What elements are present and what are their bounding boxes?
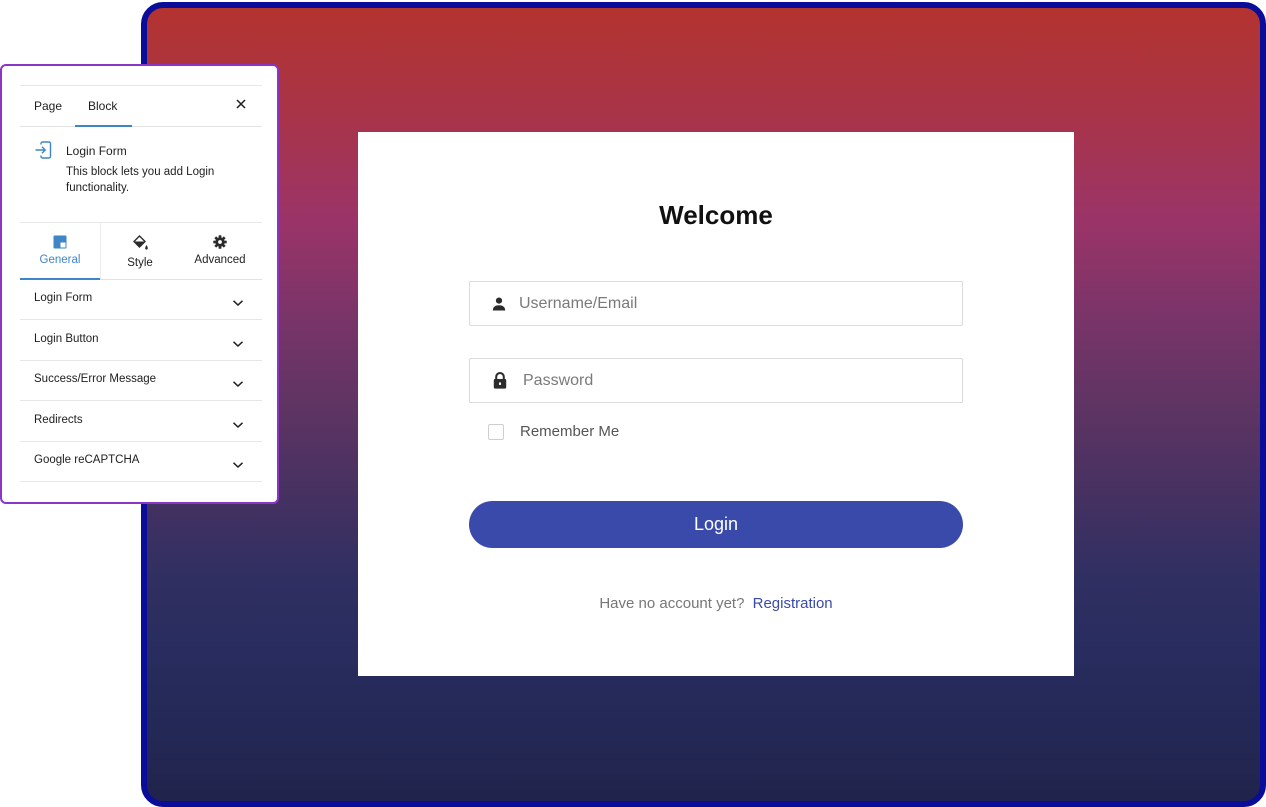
gear-icon: [213, 235, 227, 249]
section-google-recaptcha[interactable]: Google reCAPTCHA: [20, 441, 262, 482]
tab-advanced-label: Advanced: [194, 254, 246, 266]
tab-block[interactable]: Block: [88, 99, 117, 113]
section-label: Success/Error Message: [34, 373, 157, 385]
section-redirects[interactable]: Redirects: [20, 401, 262, 442]
panel-tabs: Page Block: [20, 86, 262, 127]
login-icon: [34, 141, 54, 161]
chevron-down-icon: [232, 416, 244, 429]
register-prompt: Have no account yet?: [599, 595, 745, 612]
active-tab-indicator: [75, 125, 132, 127]
tab-style-label: Style: [127, 257, 153, 269]
chevron-down-icon: [232, 335, 244, 348]
username-field[interactable]: [469, 281, 963, 326]
chevron-down-icon: [232, 375, 244, 388]
section-label: Login Button: [34, 333, 99, 345]
password-input[interactable]: [521, 370, 925, 391]
tab-page[interactable]: Page: [34, 99, 62, 113]
section-login-form[interactable]: Login Form: [20, 279, 262, 320]
section-success-error-message[interactable]: Success/Error Message: [20, 360, 262, 401]
paint-bucket-icon: [133, 235, 148, 250]
block-description: This block lets you add Login functional…: [66, 166, 215, 194]
lock-icon: [492, 372, 508, 389]
tab-general[interactable]: General: [20, 223, 101, 280]
remember-me[interactable]: Remember Me: [488, 423, 619, 440]
section-login-button[interactable]: Login Button: [20, 320, 262, 361]
chevron-down-icon: [232, 456, 244, 469]
login-button[interactable]: Login: [469, 501, 963, 548]
user-icon: [491, 296, 507, 312]
chevron-down-icon: [232, 294, 244, 307]
section-label: Login Form: [34, 292, 93, 304]
registration-link[interactable]: Registration: [753, 595, 833, 612]
close-icon[interactable]: [236, 96, 246, 114]
section-label: Redirects: [34, 414, 83, 426]
tab-general-label: General: [39, 254, 81, 266]
settings-tabs: General Style Advanced: [20, 222, 262, 280]
password-field[interactable]: [469, 358, 963, 403]
tab-style[interactable]: Style: [100, 223, 180, 279]
block-title: Login Form: [66, 144, 127, 158]
remember-checkbox[interactable]: [488, 423, 504, 440]
remember-label: Remember Me: [520, 423, 620, 440]
block-settings-panel: Page Block Login Form This block lets yo…: [0, 64, 279, 504]
layout-icon: [53, 235, 67, 249]
username-input[interactable]: [517, 293, 921, 314]
section-label: Google reCAPTCHA: [34, 454, 140, 466]
form-title: Welcome: [659, 200, 773, 230]
tab-advanced[interactable]: Advanced: [180, 223, 260, 279]
